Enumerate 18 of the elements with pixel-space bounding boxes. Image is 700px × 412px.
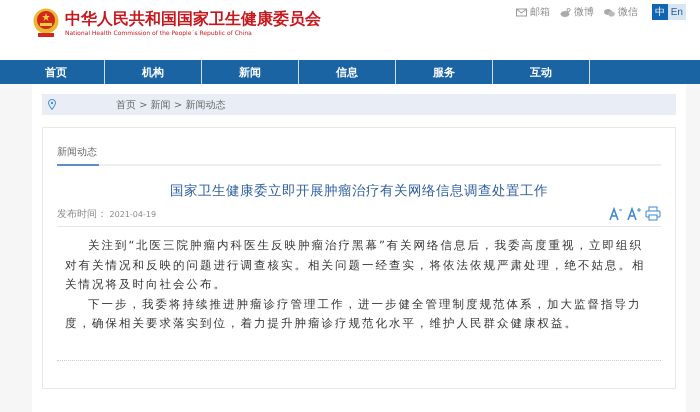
weibo-link[interactable]: 微博	[574, 5, 594, 19]
language-button[interactable]: En	[668, 4, 686, 20]
print-icon[interactable]	[645, 206, 661, 221]
breadcrumb[interactable]: 首页 > 新闻 > 新闻动态	[116, 98, 226, 112]
mail-icon[interactable]	[516, 8, 527, 16]
emblem-icon	[32, 8, 60, 38]
mail-link[interactable]: 邮箱	[530, 5, 550, 19]
language-button[interactable]: 中	[652, 4, 668, 20]
wechat-link[interactable]: 微信	[618, 5, 638, 19]
font-decrease-icon[interactable]	[609, 206, 623, 221]
site-title: 中华人民共和国国家卫生健康委员会	[65, 10, 321, 28]
article-title: 国家卫生健康委立即开展肿瘤治疗有关网络信息调查处置工作	[169, 182, 549, 200]
publish-date: 发布时间： 2021-04-19	[57, 208, 156, 221]
article-paragraph: 下一步，我委将持续推进肿瘤诊疗管理工作，进一步健全管理制度规范体系，加大监督指导力度，确保相关要求落实到位，着力提升肿瘤诊疗规范化水平，维护人民群众健康权益。	[65, 296, 642, 332]
font-increase-icon[interactable]	[627, 206, 641, 221]
article-paragraph: 关注到“北医三院肿瘤内科医生反映肿瘤治疗黑幕”有关网络信息后，我委高度重视，立即组织对有关情况和反映的问题进行调查核实。相关问题一经查实，将依法依规严肃处理，绝不姑息。相关情况将及时向社会公布。	[65, 237, 646, 293]
location-pin-icon	[48, 99, 56, 110]
section-tab[interactable]: 新闻动态	[57, 145, 99, 166]
